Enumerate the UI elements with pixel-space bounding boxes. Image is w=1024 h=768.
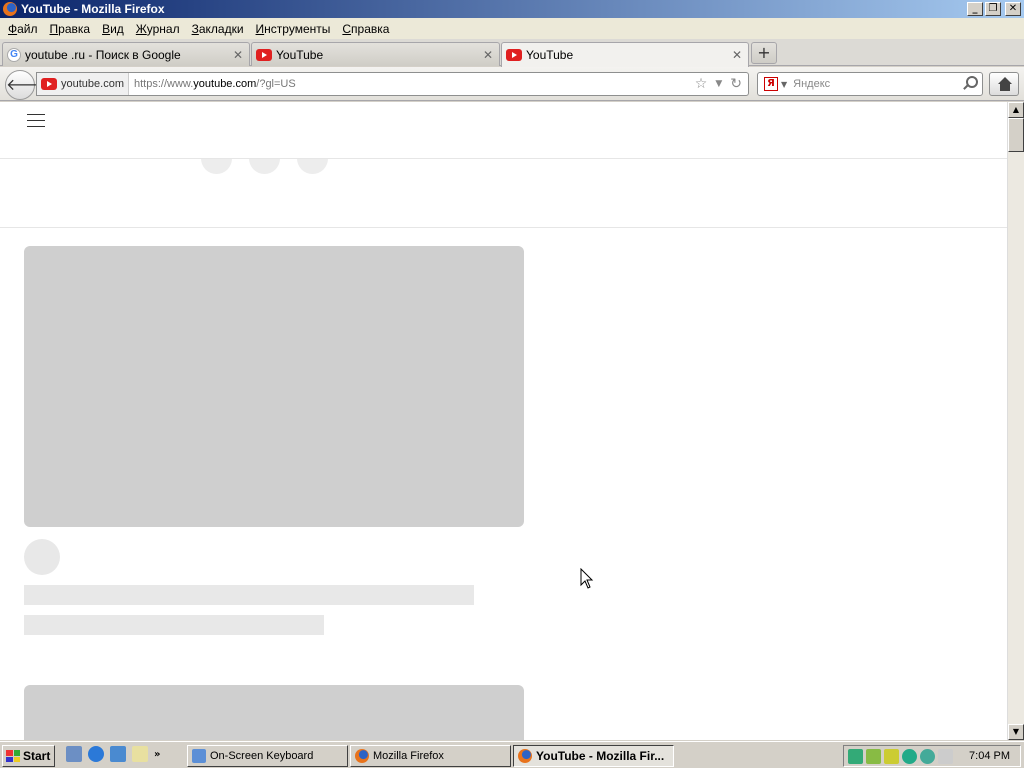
divider: [0, 227, 1007, 228]
site-identity-label: youtube.com: [61, 78, 124, 90]
clock[interactable]: 7:04 PM: [969, 750, 1010, 762]
masthead: [0, 102, 1007, 158]
youtube-icon: [41, 78, 57, 90]
google-icon: G: [7, 47, 21, 62]
start-button[interactable]: Start: [2, 745, 55, 767]
tab-label: YouTube: [526, 48, 574, 62]
close-tab-icon[interactable]: ✕: [231, 48, 245, 62]
vertical-scrollbar[interactable]: ▲ ▼: [1007, 102, 1024, 740]
divider: [0, 158, 1007, 159]
tab-strip: G youtube .ru - Поиск в Google ✕ YouTube…: [0, 39, 1024, 67]
window-controls: _ ❐ ✕: [967, 2, 1021, 16]
task-on-screen-keyboard[interactable]: On-Screen Keyboard: [187, 745, 348, 767]
url-bar-icons: ☆ ▼ ↻: [695, 76, 748, 92]
page-content: [0, 102, 1007, 740]
window-title: YouTube - Mozilla Firefox: [21, 2, 165, 16]
yandex-icon[interactable]: Я: [764, 77, 778, 91]
skeleton-title-line: [24, 585, 474, 605]
task-youtube-firefox[interactable]: YouTube - Mozilla Fir...: [513, 745, 674, 767]
url-suffix: /?gl=US: [256, 78, 296, 90]
internet-explorer-icon[interactable]: [88, 746, 104, 762]
minimize-button[interactable]: _: [967, 2, 983, 16]
tab-label: youtube .ru - Поиск в Google: [25, 47, 181, 62]
search-icon[interactable]: [132, 746, 148, 762]
site-identity[interactable]: youtube.com: [37, 73, 129, 95]
menu-help[interactable]: Справка: [338, 22, 397, 36]
search-icon[interactable]: [960, 75, 978, 93]
window-titlebar[interactable]: YouTube - Mozilla Firefox _ ❐ ✕: [0, 0, 1024, 18]
keyboard-layout-icon[interactable]: [938, 748, 953, 764]
menu-edit[interactable]: Правка: [46, 22, 99, 36]
menu-history[interactable]: Журнал: [132, 22, 188, 36]
firefox-icon: [518, 749, 532, 763]
show-desktop-icon[interactable]: [66, 746, 82, 762]
skeleton-video-thumbnail: [24, 685, 524, 740]
scroll-up-button[interactable]: ▲: [1008, 102, 1024, 118]
update-icon[interactable]: [920, 748, 935, 764]
power-icon[interactable]: [884, 748, 899, 764]
url-input[interactable]: https://www.youtube.com/?gl=US: [129, 78, 695, 90]
back-button[interactable]: 🡐: [5, 70, 49, 100]
reload-icon[interactable]: ↻: [730, 76, 742, 92]
menu-bar: Файл Правка Вид Журнал Закладки Инструме…: [0, 18, 1024, 39]
history-dropdown-icon[interactable]: ▼: [715, 76, 722, 92]
bookmark-star-icon[interactable]: ☆: [695, 76, 708, 92]
navigation-toolbar: 🡐 youtube.com https://www.youtube.com/?g…: [0, 67, 1024, 101]
url-bar[interactable]: youtube.com https://www.youtube.com/?gl=…: [36, 72, 749, 96]
tab-label: YouTube: [276, 47, 324, 62]
outlook-express-icon[interactable]: [110, 746, 126, 762]
guide-button[interactable]: [27, 114, 45, 128]
youtube-icon: [256, 48, 272, 61]
home-button[interactable]: [989, 72, 1019, 96]
close-button[interactable]: ✕: [1005, 2, 1021, 16]
firefox-icon: [355, 749, 369, 763]
tab-google-search[interactable]: G youtube .ru - Поиск в Google ✕: [2, 42, 250, 66]
menu-view[interactable]: Вид: [98, 22, 132, 36]
scroll-down-button[interactable]: ▼: [1008, 724, 1024, 740]
close-tab-icon[interactable]: ✕: [730, 48, 744, 62]
skeleton-meta-line: [24, 615, 324, 635]
skeleton-video-thumbnail: [24, 246, 524, 527]
taskbar: Start » On-Screen Keyboard Mozilla Firef…: [0, 741, 1024, 768]
windows-logo-icon: [6, 750, 20, 762]
menu-file[interactable]: Файл: [4, 22, 46, 36]
search-bar[interactable]: Я ▼ Яндекс: [757, 72, 983, 96]
quick-launch: »: [66, 746, 160, 762]
task-label: YouTube - Mozilla Fir...: [536, 749, 665, 763]
firefox-icon: [3, 2, 17, 16]
close-tab-icon[interactable]: ✕: [481, 48, 495, 62]
skeleton-channel-avatar: [24, 539, 60, 575]
scroll-thumb[interactable]: [1008, 118, 1024, 152]
search-input[interactable]: Яндекс: [793, 78, 960, 90]
menu-bookmarks[interactable]: Закладки: [188, 22, 252, 36]
task-label: Mozilla Firefox: [373, 750, 444, 762]
new-tab-button[interactable]: +: [751, 42, 777, 64]
task-mozilla-firefox[interactable]: Mozilla Firefox: [350, 745, 511, 767]
tab-youtube-active[interactable]: YouTube ✕: [501, 42, 749, 67]
start-label: Start: [23, 749, 51, 763]
maximize-button[interactable]: ❐: [985, 2, 1001, 16]
tray-app-icon[interactable]: [866, 748, 881, 764]
quick-launch-more-icon[interactable]: »: [154, 749, 160, 760]
utorrent-icon[interactable]: [902, 748, 917, 764]
keyboard-icon: [192, 749, 206, 763]
menu-tools[interactable]: Инструменты: [252, 22, 339, 36]
url-prefix: https://www.: [133, 78, 194, 90]
url-host: youtube.com: [193, 78, 257, 90]
system-tray: 7:04 PM: [843, 745, 1021, 767]
search-engine-dropdown-icon[interactable]: ▼: [781, 80, 787, 89]
task-label: On-Screen Keyboard: [210, 750, 314, 762]
tab-youtube-1[interactable]: YouTube ✕: [251, 42, 500, 66]
youtube-icon: [506, 49, 522, 61]
network-icon[interactable]: [848, 748, 863, 764]
